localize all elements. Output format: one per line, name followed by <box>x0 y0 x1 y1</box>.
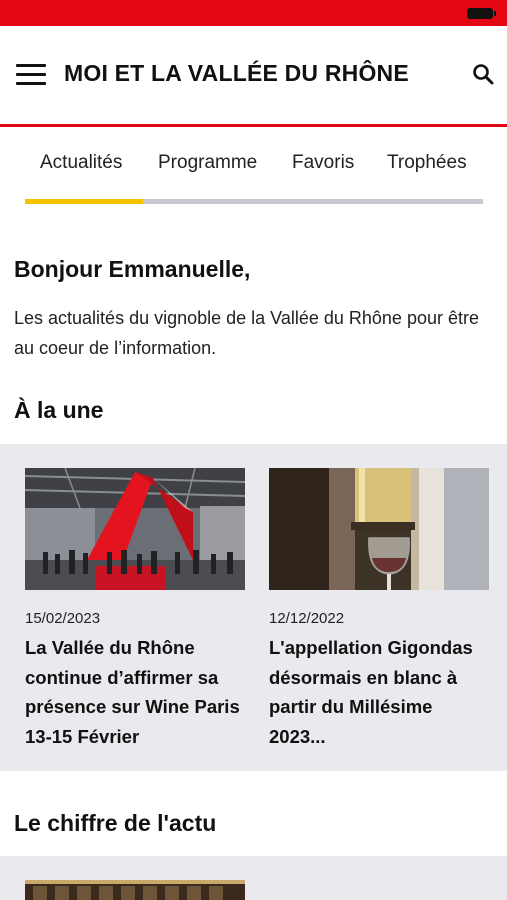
news-date: 12/12/2022 <box>269 610 345 627</box>
news-image-gigondas <box>269 468 489 590</box>
news-headline: La Vallée du Rhône continue d’affirmer s… <box>25 637 240 747</box>
news-image-wine-paris <box>25 468 245 590</box>
news-date: 15/02/2023 <box>25 610 101 627</box>
hamburger-menu-icon[interactable] <box>16 64 46 86</box>
tab-programme[interactable]: Programme <box>158 152 257 174</box>
app-header: MOI ET LA VALLÉE DU RHÔNE <box>0 26 507 124</box>
app-title: MOI ET LA VALLÉE DU RHÔNE <box>64 60 409 86</box>
status-bar <box>0 0 507 26</box>
section-title-a-la-une: À la une <box>14 397 104 423</box>
news-headline: L'appellation Gigondas désormais en blan… <box>269 637 473 747</box>
tab-favoris[interactable]: Favoris <box>292 152 354 174</box>
intro-text: Les actualités du vignoble de la Vallée … <box>14 308 479 358</box>
chiffre-carousel <box>0 856 507 900</box>
section-title-chiffre: Le chiffre de l'actu <box>14 810 217 836</box>
tab-bar: Actualités Programme Favoris Trophées <box>0 127 507 207</box>
news-card[interactable]: 12/12/2022 L'appellation Gigondas désorm… <box>269 468 489 751</box>
a-la-une-carousel: 15/02/2023 La Vallée du Rhône continue d… <box>0 444 507 771</box>
battery-icon <box>467 8 496 19</box>
news-card[interactable]: 15/02/2023 La Vallée du Rhône continue d… <box>25 468 245 751</box>
chiffre-image[interactable] <box>25 880 245 900</box>
search-icon[interactable] <box>471 62 495 86</box>
tab-actualites[interactable]: Actualités <box>40 152 122 174</box>
tab-trophees[interactable]: Trophées <box>387 152 467 174</box>
greeting: Bonjour Emmanuelle, <box>14 256 251 282</box>
active-tab-indicator <box>25 199 143 204</box>
